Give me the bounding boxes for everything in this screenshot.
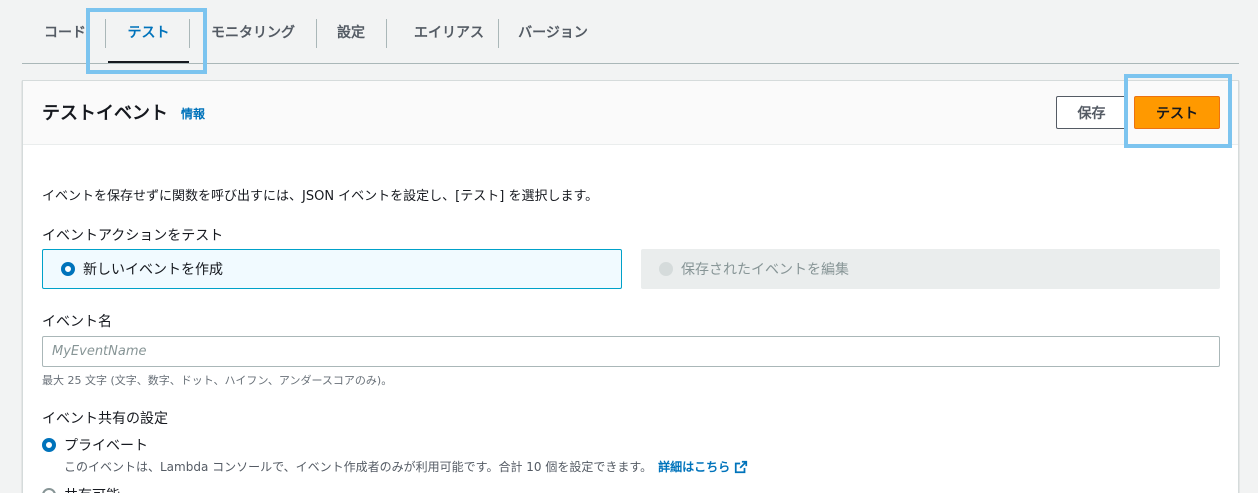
tab-aliases[interactable]: エイリアス xyxy=(401,0,497,63)
radio-disabled-icon xyxy=(659,262,673,276)
radio-private[interactable]: プライベート xyxy=(42,435,148,455)
test-event-panel: テストイベント 情報 保存 テスト イベントを保存せずに関数を呼び出すには、JS… xyxy=(22,80,1239,493)
learn-more-link[interactable]: 詳細はこちら xyxy=(658,458,748,475)
tab-bar: コード テスト モニタリング 設定 エイリアス バージョン xyxy=(22,0,1239,64)
tab-versions[interactable]: バージョン xyxy=(513,0,593,63)
tab-divider xyxy=(105,19,106,48)
event-name-input[interactable] xyxy=(42,336,1220,367)
radio-shareable[interactable]: 共有可能 xyxy=(42,485,120,493)
radio-selected-icon xyxy=(42,438,56,452)
panel-header: テストイベント 情報 保存 テスト xyxy=(23,81,1238,145)
radio-unselected-icon xyxy=(42,488,56,493)
panel-title: テストイベント xyxy=(42,103,168,124)
learn-more-link-text: 詳細はこちら xyxy=(658,460,731,474)
save-button[interactable]: 保存 xyxy=(1056,96,1127,129)
tab-divider xyxy=(386,19,387,48)
tab-divider xyxy=(498,19,499,48)
radio-label-shareable: 共有可能 xyxy=(64,485,120,493)
radio-tile-create-event[interactable]: 新しいイベントを作成 xyxy=(42,249,622,289)
private-description: このイベントは、Lambda コンソールで、イベント作成者のみが利用可能です。合… xyxy=(64,458,748,475)
radio-label-edit-saved-event: 保存されたイベントを編集 xyxy=(681,262,849,278)
radio-tile-edit-saved-event: 保存されたイベントを編集 xyxy=(641,249,1220,289)
info-link[interactable]: 情報 xyxy=(181,105,205,122)
radio-label-create-event: 新しいイベントを作成 xyxy=(83,262,223,278)
private-description-text: このイベントは、Lambda コンソールで、イベント作成者のみが利用可能です。合… xyxy=(64,460,653,474)
panel-description: イベントを保存せずに関数を呼び出すには、JSON イベントを設定し、[テスト] … xyxy=(42,189,599,204)
external-link-icon xyxy=(735,460,748,473)
tab-code[interactable]: コード xyxy=(40,0,90,63)
tab-settings[interactable]: 設定 xyxy=(331,0,371,63)
event-action-label: イベントアクションをテスト xyxy=(42,228,224,244)
event-name-label: イベント名 xyxy=(42,314,112,330)
radio-label-private: プライベート xyxy=(64,438,148,454)
radio-selected-icon xyxy=(61,262,75,276)
event-name-hint: 最大 25 文字 (文字、数字、ドット、ハイフン、アンダースコアのみ)。 xyxy=(42,374,393,387)
tab-monitoring[interactable]: モニタリング xyxy=(205,0,301,63)
tab-test[interactable]: テスト xyxy=(108,0,189,63)
test-button[interactable]: テスト xyxy=(1134,96,1220,129)
tab-divider xyxy=(316,19,317,48)
tab-divider xyxy=(189,19,190,48)
sharing-settings-label: イベント共有の設定 xyxy=(42,411,168,427)
